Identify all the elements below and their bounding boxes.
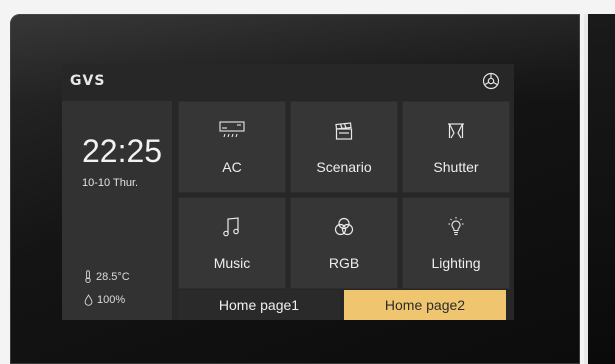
temperature-value: 28.5°C [96,270,130,283]
tile-label: Music [213,255,251,271]
tile-label: Lighting [431,255,481,271]
temperature-reading: 28.5°C [84,270,130,283]
tab-home-page2[interactable]: Home page2 [344,290,506,320]
light-bulb-icon [448,217,464,236]
touch-screen: GVS 22:25 10-10 Thur. 28.5°C 100% AC Sce… [62,64,514,320]
tile-label: Shutter [433,159,479,175]
tile-label: Scenario [316,159,372,175]
air-conditioner-icon [219,121,245,138]
tile-label: RGB [328,255,360,271]
humidity-reading: 100% [84,294,125,306]
top-bar: GVS [62,64,514,98]
tile-shutter[interactable]: Shutter [402,101,510,193]
tab-home-page1[interactable]: Home page1 [178,290,340,320]
settings-button[interactable] [480,70,502,92]
tile-scenario[interactable]: Scenario [290,101,398,193]
tile-music[interactable]: Music [178,197,286,289]
clapperboard-icon [335,122,353,140]
clock-date: 10-10 Thur. [82,177,139,189]
water-drop-icon [84,294,93,306]
status-panel: 22:25 10-10 Thur. 28.5°C 100% [62,101,172,320]
clock-time: 22:25 [82,133,163,169]
curtain-icon [448,123,464,139]
thermometer-icon [85,270,91,283]
music-note-icon [223,217,239,237]
settings-gear-icon [482,72,500,90]
tile-label: AC [222,159,242,175]
brand-logo: GVS [70,73,106,89]
tile-rgb[interactable]: RGB [290,197,398,289]
rgb-circles-icon [334,217,354,236]
tile-lighting[interactable]: Lighting [402,197,510,289]
adjacent-panel [588,14,615,364]
humidity-value: 100% [97,294,126,306]
tile-ac[interactable]: AC [178,101,286,193]
